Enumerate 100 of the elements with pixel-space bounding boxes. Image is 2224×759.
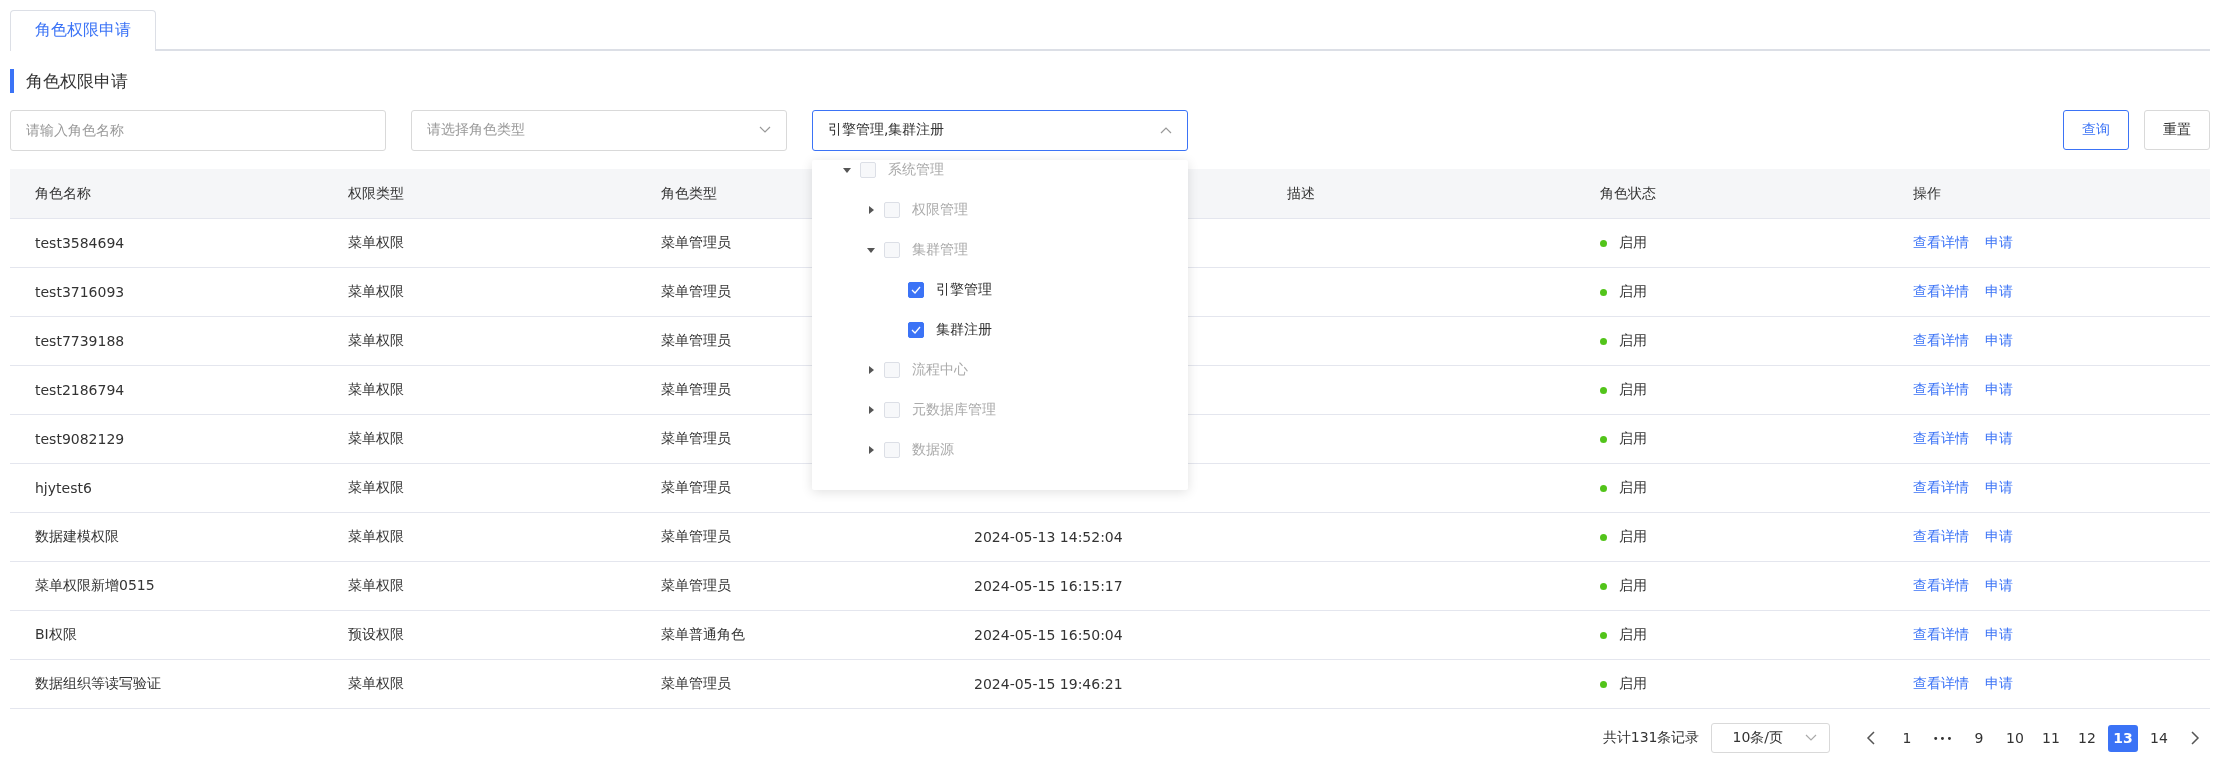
- table-cell: hjytest6: [35, 480, 92, 496]
- query-button[interactable]: 查询: [2063, 110, 2129, 150]
- action-link[interactable]: 申请: [1985, 528, 2013, 546]
- checkmark-icon: [911, 325, 921, 334]
- table-cell: 菜单管理员: [661, 381, 731, 399]
- column-header: 角色状态: [1600, 184, 1656, 203]
- status-text: 启用: [1619, 381, 1647, 399]
- action-link[interactable]: 申请: [1985, 381, 2013, 399]
- status-dot: [1600, 386, 1607, 394]
- action-link[interactable]: 查看详情: [1913, 479, 1969, 497]
- table-cell: 菜单权限: [348, 479, 404, 497]
- reset-button[interactable]: 重置: [2144, 110, 2210, 150]
- status-dot: [1600, 533, 1607, 541]
- next-page-icon[interactable]: [2190, 731, 2200, 745]
- action-link[interactable]: 申请: [1985, 626, 2013, 644]
- chevron-down-icon: [759, 126, 771, 134]
- ellipsis[interactable]: •••: [1928, 724, 1958, 752]
- total-count: 共计131条记录: [1602, 729, 1700, 747]
- table-cell: 2024-05-15 16:50:04: [974, 627, 1123, 643]
- action-link[interactable]: 申请: [1985, 577, 2013, 595]
- table-cell: test9082129: [35, 431, 125, 447]
- page-number[interactable]: 12: [2072, 724, 2102, 752]
- status-text: 启用: [1619, 234, 1647, 252]
- table-cell: 菜单管理员: [661, 430, 731, 448]
- table-cell: 菜单权限: [348, 430, 404, 448]
- column-header: 操作: [1913, 184, 1941, 203]
- page-number[interactable]: 11: [2036, 724, 2066, 752]
- action-link[interactable]: 查看详情: [1913, 577, 1969, 595]
- status-dot: [1600, 680, 1607, 688]
- status-text: 启用: [1619, 479, 1647, 497]
- previous-page-icon[interactable]: [1866, 731, 1876, 745]
- table-cell: 菜单权限: [348, 234, 404, 252]
- column-header: 角色名称: [35, 184, 91, 203]
- chevron-up-icon: [1160, 126, 1172, 134]
- role-name-field[interactable]: 请输入角色名称: [10, 109, 386, 151]
- action-link[interactable]: 申请: [1985, 332, 2013, 350]
- table-cell: 菜单管理员: [661, 234, 731, 252]
- action-link[interactable]: 查看详情: [1913, 332, 1969, 350]
- status-dot: [1600, 435, 1607, 443]
- status-dot: [1600, 337, 1607, 345]
- table-cell: 菜单权限: [348, 528, 404, 546]
- tab[interactable]: 角色权限申请: [10, 10, 156, 51]
- action-link[interactable]: 查看详情: [1913, 528, 1969, 546]
- status-dot: [1600, 582, 1607, 590]
- page-number[interactable]: 14: [2144, 724, 2174, 752]
- chevron-down-icon: [1805, 734, 1817, 742]
- table-cell: 菜单权限: [348, 381, 404, 399]
- table-cell: 菜单权限: [348, 332, 404, 350]
- table-cell: 数据组织等读写验证: [35, 675, 161, 693]
- table-cell: BI权限: [35, 626, 77, 644]
- table-cell: 菜单权限: [348, 577, 404, 595]
- column-header: 角色类型: [661, 184, 717, 203]
- status-text: 启用: [1619, 626, 1647, 644]
- column-header: 权限类型: [348, 184, 404, 203]
- table-cell: test3584694: [35, 235, 125, 251]
- table-cell: 菜单普通角色: [661, 626, 745, 644]
- status-text: 启用: [1619, 675, 1647, 693]
- status-text: 启用: [1619, 283, 1647, 301]
- action-link[interactable]: 申请: [1985, 675, 2013, 693]
- table-cell: 菜单权限: [348, 675, 404, 693]
- table-cell: 菜单权限: [348, 283, 404, 301]
- action-link[interactable]: 申请: [1985, 479, 2013, 497]
- action-link[interactable]: 查看详情: [1913, 283, 1969, 301]
- table-cell: 菜单管理员: [661, 479, 731, 497]
- table-cell: 数据建模权限: [35, 528, 119, 546]
- page-number[interactable]: 13: [2108, 724, 2138, 752]
- table-cell: 菜单权限新增0515: [35, 577, 155, 595]
- status-dot: [1600, 239, 1607, 247]
- status-dot: [1600, 484, 1607, 492]
- table-cell: 2024-05-13 14:52:04: [974, 529, 1123, 545]
- action-link[interactable]: 查看详情: [1913, 675, 1969, 693]
- table-cell: 菜单管理员: [661, 675, 731, 693]
- checkmark-icon: [911, 285, 921, 294]
- page-number[interactable]: 10: [2000, 724, 2030, 752]
- table-cell: 菜单管理员: [661, 283, 731, 301]
- table-cell: 2024-05-15 16:15:17: [974, 578, 1123, 594]
- table-cell: 2024-05-15 19:46:21: [974, 676, 1123, 692]
- action-link[interactable]: 查看详情: [1913, 381, 1969, 399]
- action-link[interactable]: 查看详情: [1913, 430, 1969, 448]
- role-type-select[interactable]: 请选择角色类型: [411, 109, 787, 151]
- status-text: 启用: [1619, 430, 1647, 448]
- page-number[interactable]: 9: [1964, 724, 1994, 752]
- table-cell: 菜单管理员: [661, 577, 731, 595]
- action-link[interactable]: 申请: [1985, 234, 2013, 252]
- table-cell: 菜单管理员: [661, 332, 731, 350]
- table-cell: test2186794: [35, 382, 125, 398]
- status-dot: [1600, 288, 1607, 296]
- action-link[interactable]: 查看详情: [1913, 626, 1969, 644]
- permission-select[interactable]: 引擎管理,集群注册: [812, 109, 1188, 151]
- table-cell: 菜单管理员: [661, 528, 731, 546]
- action-link[interactable]: 申请: [1985, 430, 2013, 448]
- action-link[interactable]: 申请: [1985, 283, 2013, 301]
- page-number[interactable]: 1: [1892, 724, 1922, 752]
- status-text: 启用: [1619, 332, 1647, 350]
- status-dot: [1600, 631, 1607, 639]
- action-link[interactable]: 查看详情: [1913, 234, 1969, 252]
- table-cell: test3716093: [35, 284, 125, 300]
- page-size-select[interactable]: 10条/页: [1711, 723, 1830, 753]
- section-title: 角色权限申请: [26, 69, 128, 93]
- table-cell: 预设权限: [348, 626, 404, 644]
